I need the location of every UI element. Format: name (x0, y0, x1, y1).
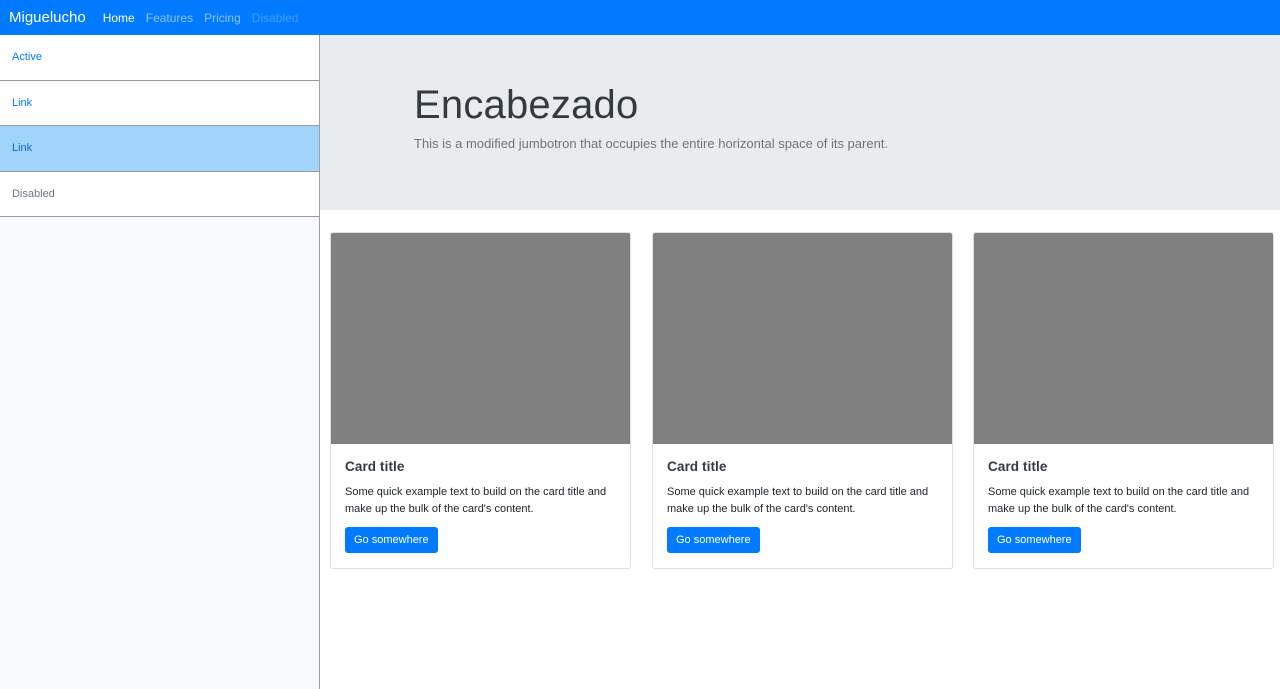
card: Card title Some quick example text to bu… (652, 232, 953, 569)
go-somewhere-button[interactable]: Go somewhere (667, 527, 760, 553)
sidebar: Active Link Link Disabled (0, 35, 320, 689)
nav-link-home[interactable]: Home (103, 11, 135, 25)
card-body: Card title Some quick example text to bu… (653, 444, 952, 568)
sidebar-item-active[interactable]: Active (0, 35, 319, 81)
card-body: Card title Some quick example text to bu… (974, 444, 1273, 568)
sidebar-item-disabled: Disabled (0, 171, 319, 217)
navbar-brand[interactable]: Miguelucho (9, 9, 86, 26)
card-title: Card title (667, 459, 727, 474)
card-title: Card title (345, 459, 405, 474)
card-image-placeholder (974, 233, 1273, 444)
card: Card title Some quick example text to bu… (330, 232, 631, 569)
card-text: Some quick example text to build on the … (988, 486, 1250, 515)
go-somewhere-button[interactable]: Go somewhere (988, 527, 1081, 553)
card-text: Some quick example text to build on the … (345, 486, 607, 515)
jumbotron-title: Encabezado (414, 83, 639, 127)
go-somewhere-button[interactable]: Go somewhere (345, 527, 438, 553)
card-text: Some quick example text to build on the … (667, 486, 929, 515)
jumbotron: Encabezado This is a modified jumbotron … (320, 35, 1280, 210)
card-title: Card title (988, 459, 1048, 474)
nav-link-features[interactable]: Features (146, 11, 193, 25)
card-image-placeholder (331, 233, 630, 444)
nav-link-disabled: Disabled (251, 10, 299, 25)
card-image-placeholder (653, 233, 952, 444)
card-body: Card title Some quick example text to bu… (331, 444, 630, 568)
nav-link-pricing[interactable]: Pricing (204, 11, 241, 25)
top-navbar: Miguelucho Home Features Pricing Disable… (0, 0, 1280, 35)
jumbotron-lead: This is a modified jumbotron that occupi… (414, 136, 889, 151)
sidebar-item-link[interactable]: Link (0, 80, 319, 126)
sidebar-item-link-highlighted[interactable]: Link (0, 126, 319, 172)
card: Card title Some quick example text to bu… (973, 232, 1274, 569)
